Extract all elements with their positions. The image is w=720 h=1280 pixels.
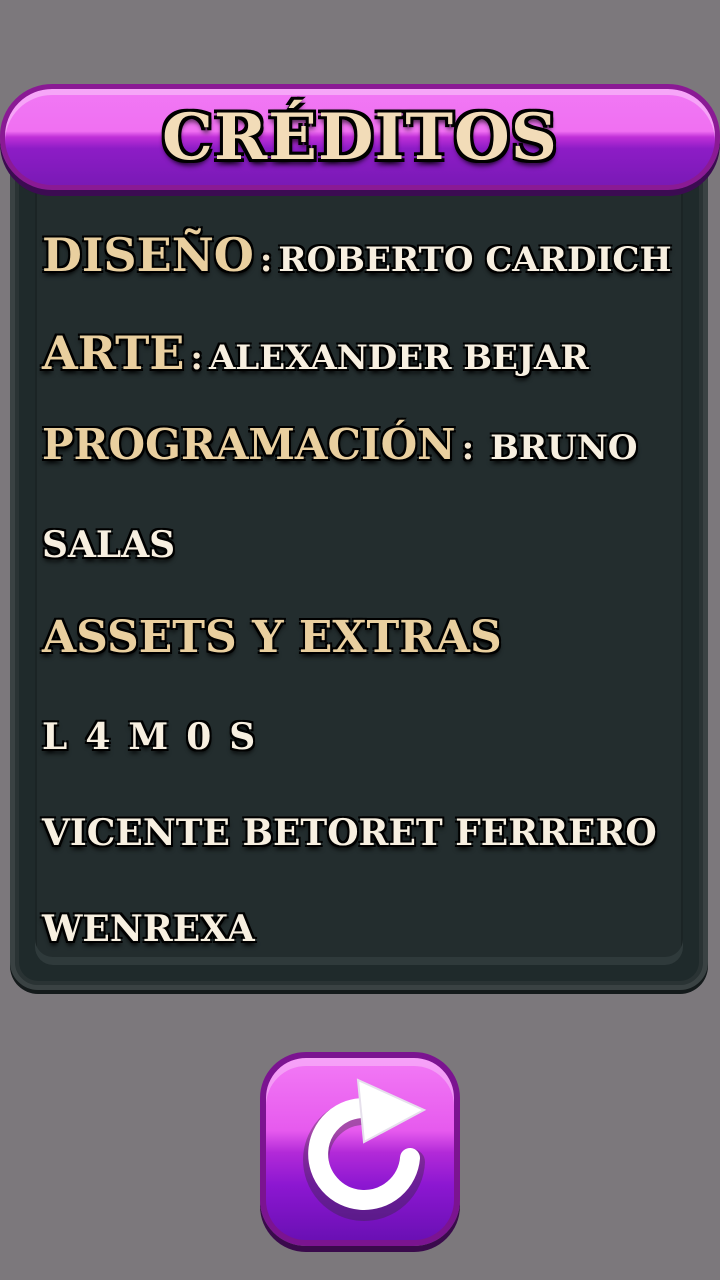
programming-name-line1: BRUNO xyxy=(490,428,638,468)
design-role: DISEÑO xyxy=(42,228,254,282)
replay-icon xyxy=(303,1078,427,1221)
credit-line-programming: PROGRAMACIÓN: BRUNO xyxy=(42,420,637,469)
art-name: ALEXANDER BEJAR xyxy=(208,338,589,378)
credits-screen: CRÉDITOS DISEÑO: ROBERTO CARDICH ARTE: ALE… xyxy=(0,0,720,1280)
page-title: CRÉDITOS xyxy=(162,100,558,175)
art-role: ARTE xyxy=(42,326,185,380)
assets-name-1: L4M0S xyxy=(42,716,274,758)
programming-separator: : xyxy=(461,428,475,468)
assets-name-3: WENREXA xyxy=(42,908,255,950)
assets-name-2: VICENTE BETORET FERRERO xyxy=(42,812,657,854)
credit-line-design: DISEÑO: ROBERTO CARDICH xyxy=(42,228,672,282)
design-separator: : xyxy=(259,240,273,280)
programming-name-line2: SALAS xyxy=(42,524,176,566)
assets-role: ASSETS Y EXTRAS xyxy=(42,612,502,663)
programming-role: PROGRAMACIÓN xyxy=(42,420,456,469)
replay-button[interactable] xyxy=(260,1052,460,1246)
design-name: ROBERTO CARDICH xyxy=(278,240,672,280)
credit-line-art: ARTE: ALEXANDER BEJAR xyxy=(42,326,589,380)
art-separator: : xyxy=(190,338,203,378)
